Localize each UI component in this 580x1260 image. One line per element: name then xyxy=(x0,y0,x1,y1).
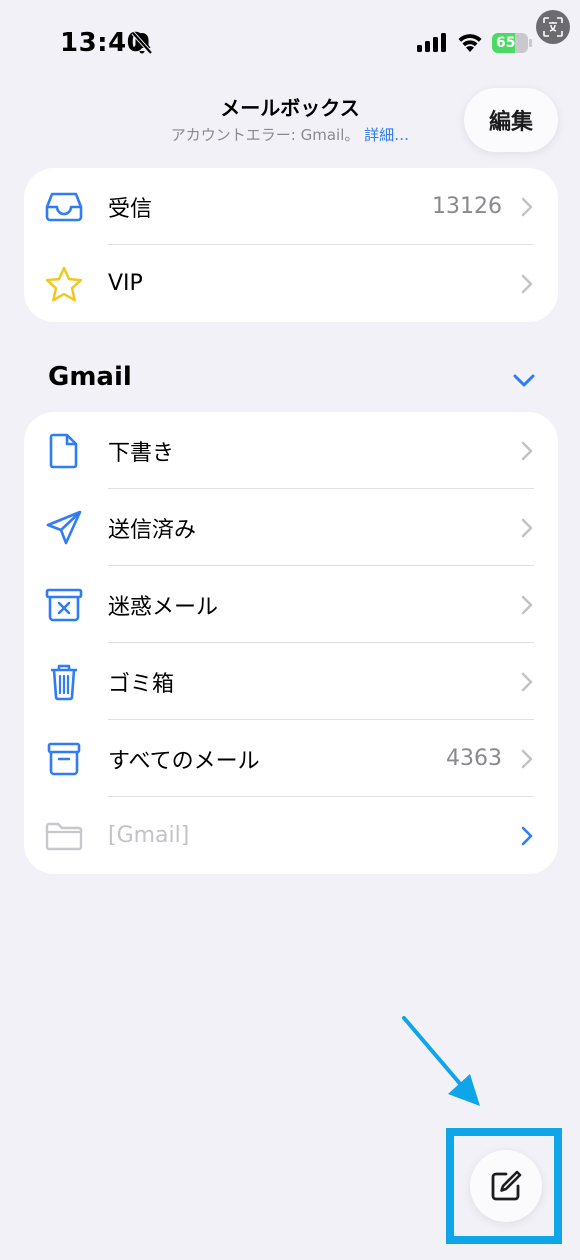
mailbox-row-all-mail[interactable]: すべてのメール 4363 xyxy=(24,720,558,797)
mailbox-label: [Gmail] xyxy=(108,823,190,848)
translate-icon xyxy=(543,17,563,37)
trash-icon xyxy=(44,662,84,702)
edit-button[interactable]: 編集 xyxy=(464,88,558,152)
translate-button[interactable] xyxy=(536,10,570,44)
chevron-right-icon xyxy=(521,595,533,614)
unread-count: 13126 xyxy=(432,194,502,219)
mailbox-label: ゴミ箱 xyxy=(108,671,175,697)
mailbox-label: 下書き xyxy=(108,440,175,466)
mailboxes-card: 受信 13126 VIP xyxy=(24,168,558,322)
junk-icon xyxy=(44,585,84,625)
folder-icon xyxy=(44,816,84,856)
message-count: 4363 xyxy=(446,746,502,771)
star-icon xyxy=(44,264,84,304)
mailbox-label: 迷惑メール xyxy=(108,594,219,620)
chevron-right-icon xyxy=(521,441,533,460)
mailbox-label: すべてのメール xyxy=(108,748,260,774)
mailbox-label: 送信済み xyxy=(108,517,197,543)
cellular-signal-icon xyxy=(417,33,446,52)
document-icon xyxy=(44,431,84,471)
mailbox-label: 受信 xyxy=(108,196,153,222)
chevron-right-icon xyxy=(521,518,533,537)
mailbox-row-inbox[interactable]: 受信 13126 xyxy=(24,168,558,245)
details-link[interactable]: 詳細… xyxy=(364,126,409,144)
mailbox-label: VIP xyxy=(108,271,143,296)
gmail-mailboxes-card: 下書き 送信済み 迷惑メール ゴミ箱 すべてのメール 4363 [Gmail] xyxy=(24,412,558,874)
status-bar: 13:40 65 xyxy=(0,0,580,90)
compose-button[interactable] xyxy=(470,1150,542,1222)
paper-plane-icon xyxy=(44,508,84,548)
archive-icon xyxy=(44,739,84,779)
gmail-section-title[interactable]: Gmail xyxy=(48,362,132,392)
compose-icon xyxy=(491,1170,522,1201)
mailbox-row-junk[interactable]: 迷惑メール xyxy=(24,566,558,643)
chevron-down-icon[interactable] xyxy=(512,372,536,388)
mailbox-row-drafts[interactable]: 下書き xyxy=(24,412,558,489)
chevron-right-icon xyxy=(521,672,533,691)
mailbox-row-gmail-folder[interactable]: [Gmail] xyxy=(24,797,558,874)
bell-slash-icon xyxy=(131,31,153,55)
wifi-icon xyxy=(458,34,482,52)
mailbox-row-sent[interactable]: 送信済み xyxy=(24,489,558,566)
battery-level: 65 xyxy=(496,35,516,51)
mailbox-row-trash[interactable]: ゴミ箱 xyxy=(24,643,558,720)
chevron-right-icon xyxy=(521,274,533,293)
battery-indicator: 65 xyxy=(492,31,532,55)
inbox-icon xyxy=(44,187,84,227)
mailbox-row-vip[interactable]: VIP xyxy=(24,245,558,322)
chevron-right-icon xyxy=(521,749,533,768)
account-error-text: アカウントエラー: Gmail。 xyxy=(170,126,360,144)
annotation-arrow-icon xyxy=(402,1016,480,1106)
chevron-right-icon xyxy=(521,197,533,216)
chevron-right-icon xyxy=(521,826,533,845)
